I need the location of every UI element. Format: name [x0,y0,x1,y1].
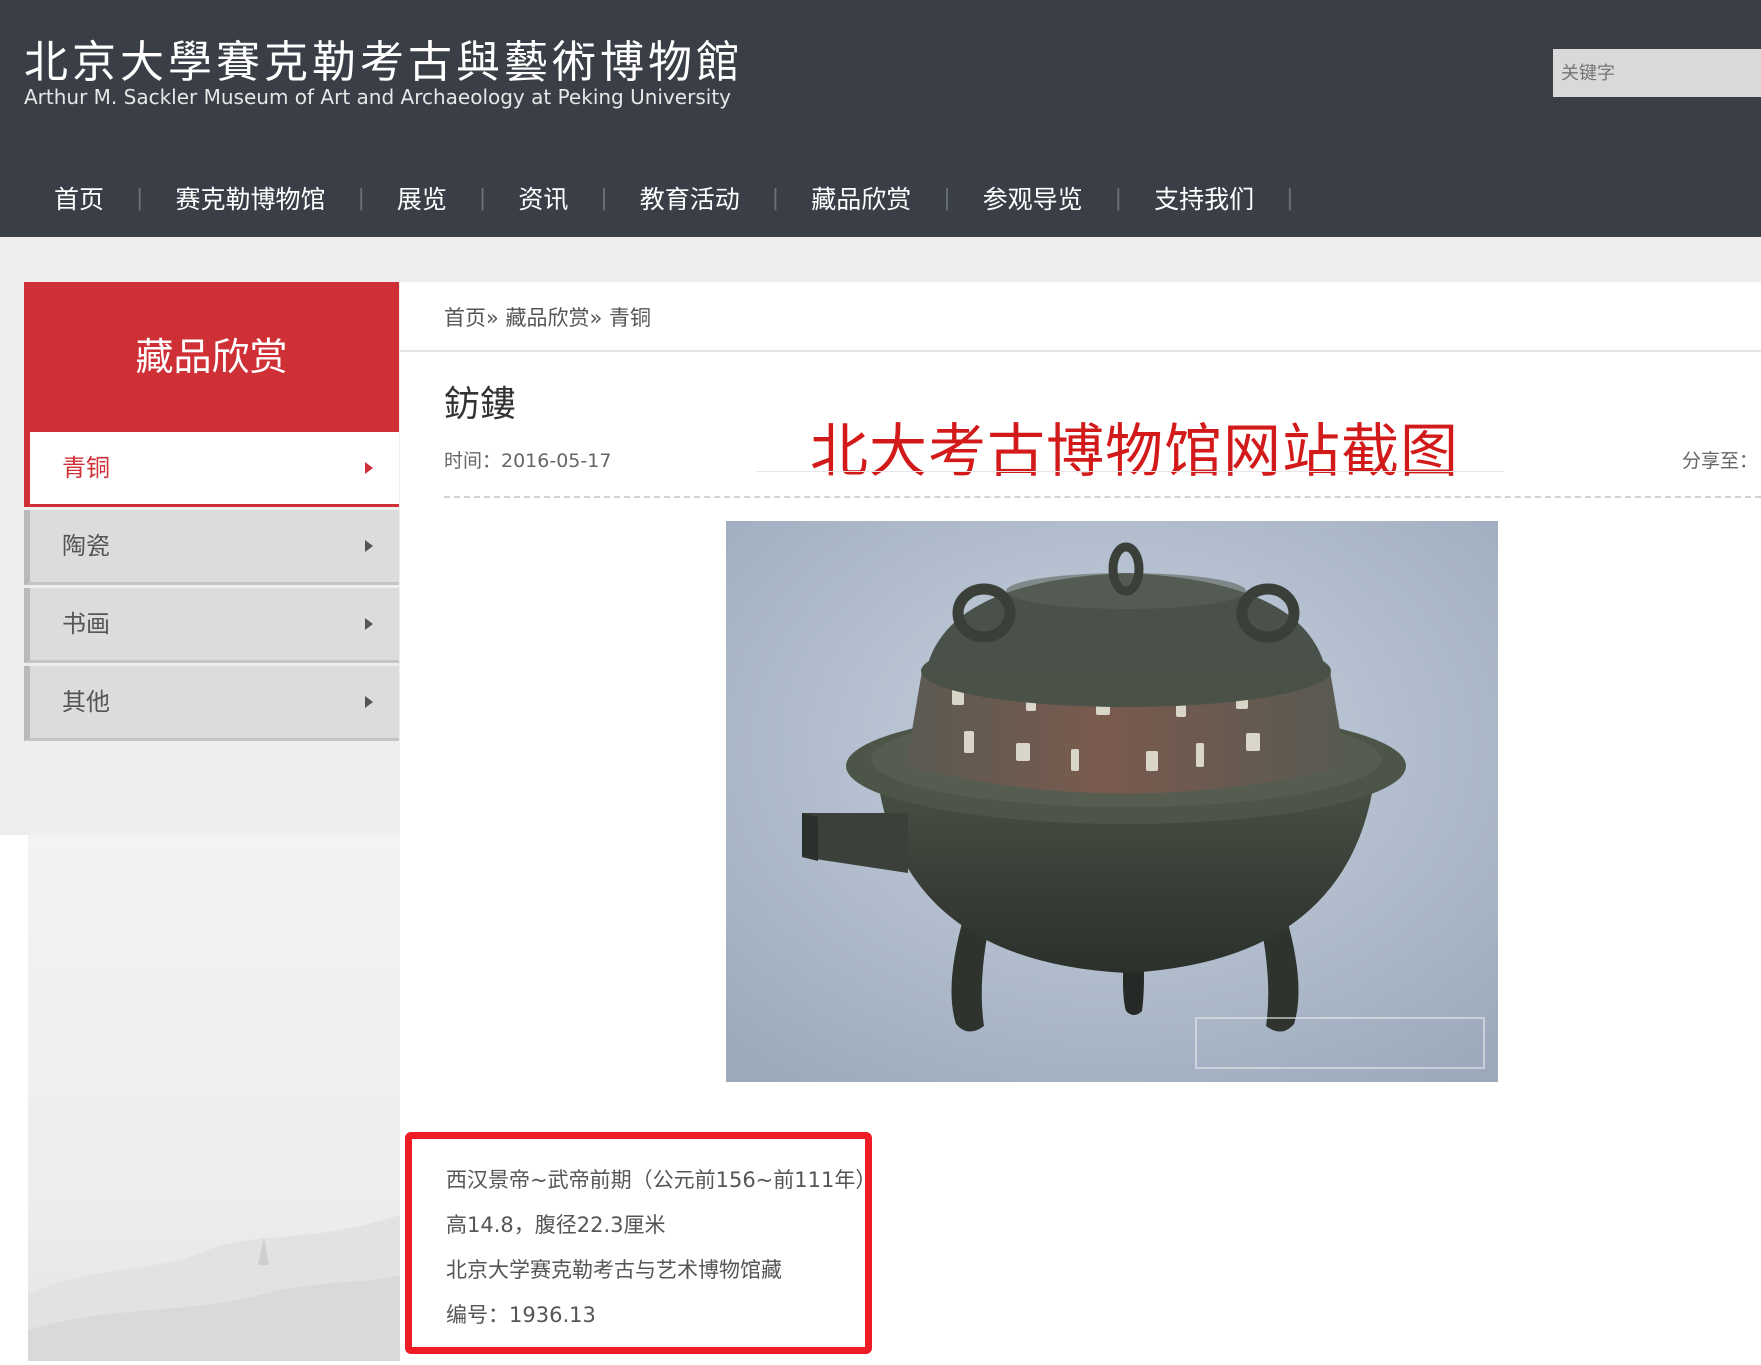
sidebar-item-ceramics[interactable]: 陶瓷 [24,510,399,585]
sidebar-item-painting[interactable]: 书画 [24,588,399,663]
sidebar-item-bronze[interactable]: 青铜 [24,432,399,507]
nav-separator: | [771,185,780,211]
nav-item-exhibitions[interactable]: 展览 [365,180,479,216]
bronze-vessel-image [726,521,1498,1082]
nav-separator: | [1286,185,1294,211]
page-title: 鈁鏤 [444,384,517,425]
nav-item-home[interactable]: 首页 [24,180,136,216]
nav-separator: | [1114,185,1123,211]
sidebar-lower-background [28,835,400,1361]
caret-right-icon [365,540,373,552]
landscape-decoration [28,1215,400,1361]
sidebar-item-label: 陶瓷 [62,532,110,560]
search-input[interactable] [1553,49,1761,97]
nav-item-support[interactable]: 支持我们 [1122,180,1286,216]
nav-item-news[interactable]: 资讯 [486,180,600,216]
nav-separator: | [943,185,951,211]
caret-right-icon [365,462,373,474]
artifact-number: 编号：1936.13 [446,1303,596,1327]
caret-right-icon [365,618,373,630]
watermark-caption: 北大考古博物馆网站截图 [810,417,1460,485]
sidebar-item-label: 青铜 [62,454,110,482]
sidebar-item-label: 其他 [62,688,110,716]
nav-item-museum[interactable]: 赛克勒博物馆 [143,180,357,216]
site-header: 北京大學賽克勒考古與藝術博物館 Arthur M. Sackler Museum… [0,0,1761,237]
artifact-period: 西汉景帝~武帝前期（公元前156~前111年） [446,1168,877,1192]
main-nav: 首页 | 赛克勒博物馆 | 展览 | 资讯 | 教育活动 | 藏品欣赏 | 参观… [24,176,1294,220]
artifact-photo [726,521,1498,1082]
sidebar-title: 藏品欣赏 [24,282,399,432]
share-label: 分享至： [1682,450,1759,472]
publish-date: 时间：2016-05-17 [444,450,612,472]
nav-separator: | [600,185,608,211]
sidebar-item-label: 书画 [62,610,110,638]
caret-right-icon [365,696,373,708]
page-edge [0,835,28,1361]
dashed-divider [444,496,1761,498]
nav-item-collection[interactable]: 藏品欣赏 [779,180,943,216]
artifact-collection: 北京大学赛克勒考古与艺术博物馆藏 [446,1258,782,1282]
site-logo-chinese[interactable]: 北京大學賽克勒考古與藝術博物館 [24,26,744,90]
divider [400,350,1761,352]
nav-separator: | [136,185,144,211]
sidebar-item-other[interactable]: 其他 [24,666,399,741]
nav-separator: | [357,185,365,211]
site-logo-english[interactable]: Arthur M. Sackler Museum of Art and Arch… [24,85,731,109]
breadcrumb[interactable]: 首页» 藏品欣赏» 青铜 [444,302,651,332]
nav-item-visit[interactable]: 参观导览 [951,180,1115,216]
artifact-dimensions: 高14.8，腹径22.3厘米 [446,1213,666,1237]
divider [756,471,1504,472]
nav-item-education[interactable]: 教育活动 [608,180,772,216]
content-top-band [0,237,1761,282]
nav-separator: | [478,185,487,211]
